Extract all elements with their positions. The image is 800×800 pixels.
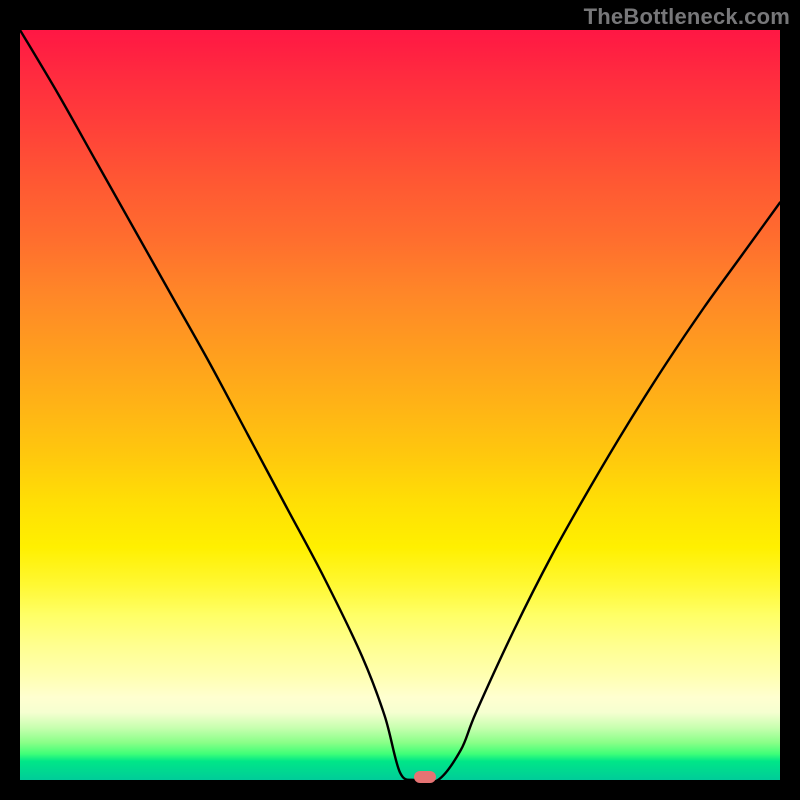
chart-root: TheBottleneck.com — [0, 0, 800, 800]
watermark-text: TheBottleneck.com — [584, 4, 790, 30]
plot-area — [20, 30, 780, 780]
minimum-marker-icon — [414, 771, 436, 783]
curve-path — [20, 30, 780, 783]
bottleneck-curve — [20, 30, 780, 780]
